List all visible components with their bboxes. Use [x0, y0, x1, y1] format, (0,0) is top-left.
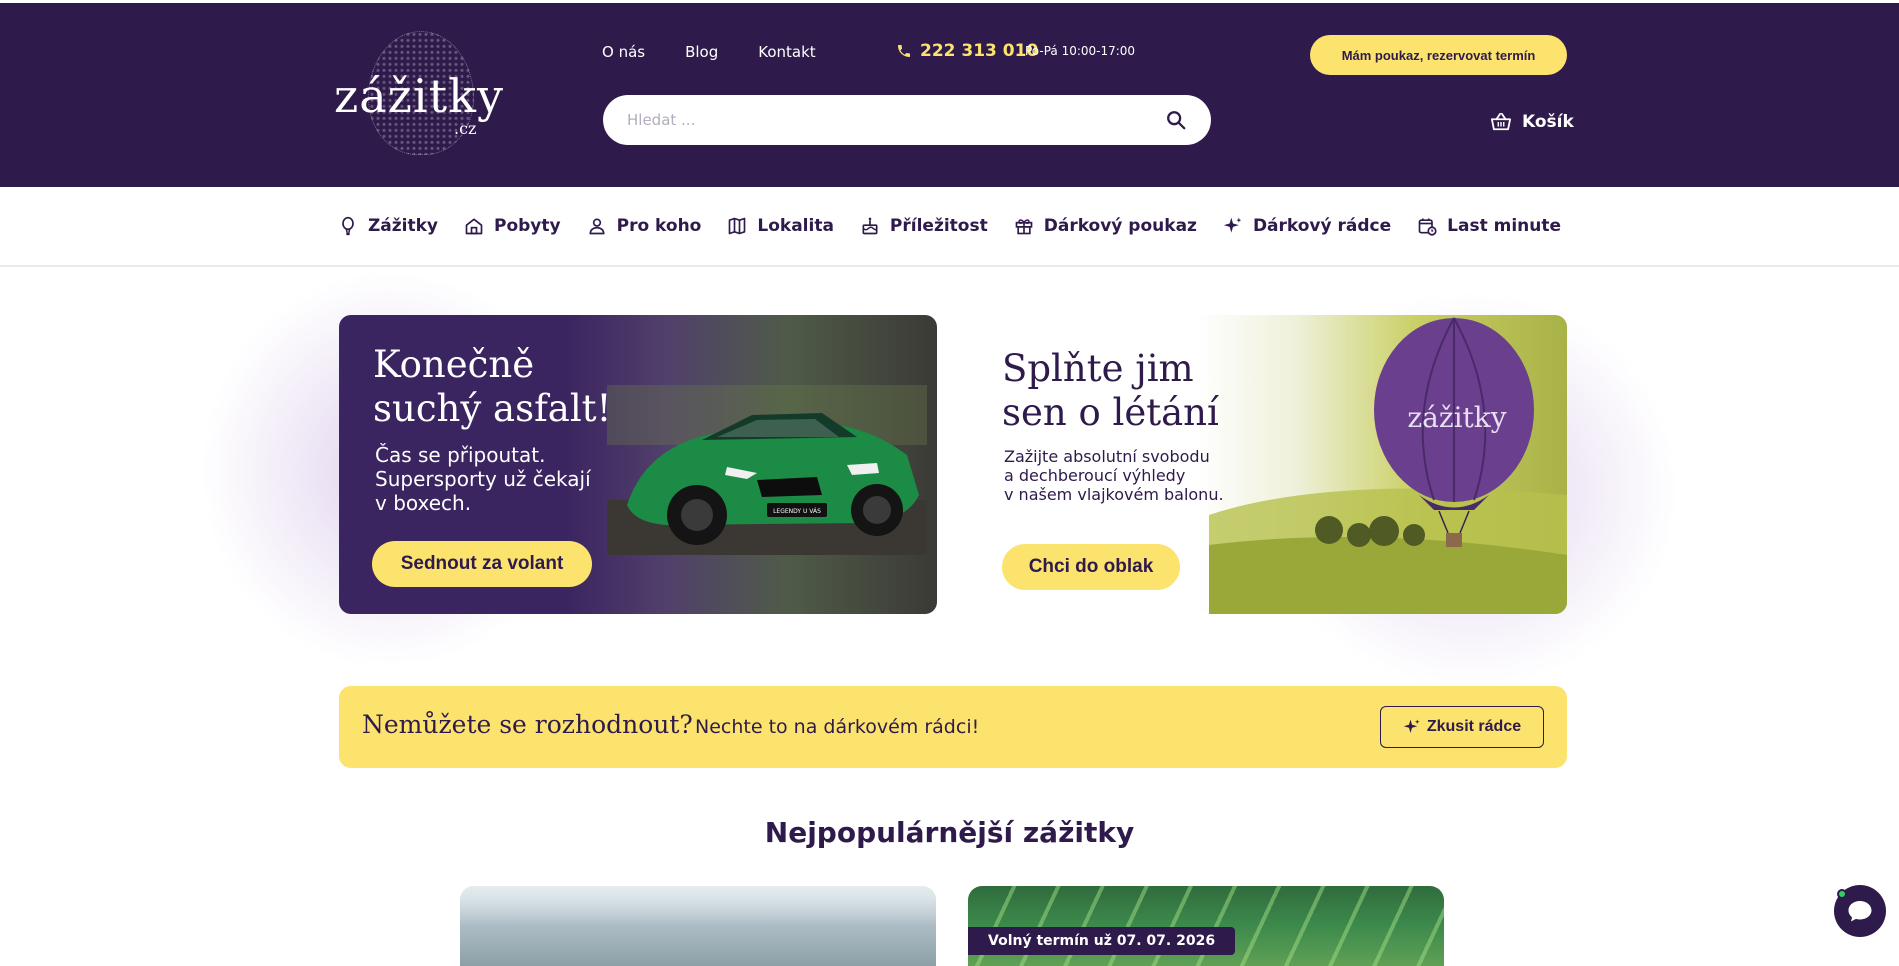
logo-wordmark: zážitky	[334, 69, 504, 123]
phone-number: 222 313 010	[920, 41, 1039, 61]
banner-text-line: Čas se připoutat.	[375, 443, 546, 467]
balloon-logo-text: zážitky	[1407, 401, 1506, 434]
category-last-minute[interactable]: Last minute	[1417, 216, 1561, 236]
try-advisor-button[interactable]: Zkusit rádce	[1380, 706, 1544, 748]
category-occasion[interactable]: Příležitost	[860, 216, 988, 236]
category-stays[interactable]: Pobyty	[464, 216, 561, 236]
banner-text: Zažijte absolutní svobodu a dechberoucí v…	[1004, 447, 1224, 504]
person-icon	[589, 218, 605, 235]
banner-title-line: Konečně	[373, 343, 535, 386]
sparkle-icon	[1403, 719, 1420, 733]
logo-suffix: .cz	[454, 119, 477, 138]
banner-text-line: v boxech.	[375, 491, 472, 515]
promo-banner-balloon[interactable]: zážitky Splňte jim sen o létání Zažijte a…	[969, 315, 1567, 614]
house-icon	[465, 218, 483, 235]
top-nav: O nás Blog Kontakt	[602, 43, 856, 61]
search-bar	[603, 95, 1211, 145]
search-input[interactable]	[627, 111, 1165, 129]
experience-card[interactable]	[460, 886, 936, 966]
license-plate-text: LEGENDY U VÁS	[773, 508, 821, 515]
banner-text-line: Supersporty už čekají	[375, 467, 591, 491]
hot-air-balloon-image: zážitky	[1374, 317, 1534, 547]
banner-title-line: sen o létání	[1002, 391, 1219, 434]
category-label: Last minute	[1447, 216, 1562, 236]
redeem-voucher-button[interactable]: Mám poukaz, rezervovat termín	[1310, 35, 1567, 75]
category-for-whom[interactable]: Pro koho	[587, 216, 702, 236]
category-label: Dárkový poukaz	[1043, 216, 1197, 236]
opening-hours: Po-Pá 10:00-17:00	[1025, 44, 1136, 58]
gift-advisor-strip: Nemůžete se rozhodnout? Nechte to na dár…	[339, 686, 1567, 768]
sparkle-icon	[1223, 217, 1242, 233]
category-gift-advisor[interactable]: Dárkový rádce	[1223, 216, 1391, 236]
banner-title-line: Splňte jim	[1002, 347, 1194, 390]
gift-icon	[1015, 219, 1033, 235]
supercar-image: LEGENDY U VÁS	[607, 385, 927, 555]
balloon-icon	[342, 216, 354, 236]
category-label: Dárkový rádce	[1252, 216, 1392, 236]
category-experiences[interactable]: Zážitky	[338, 216, 438, 236]
card-image-sky	[460, 886, 936, 926]
site-header: zážitky .cz O nás Blog Kontakt 222 313 0…	[0, 0, 1899, 187]
cart-link[interactable]: Košík	[1490, 112, 1574, 132]
advisor-title: Nemůžete se rozhodnout?	[362, 710, 693, 739]
site-logo[interactable]: zážitky .cz	[334, 29, 509, 163]
nav-link-about[interactable]: O nás	[602, 43, 645, 61]
category-nav: Zážitky Pobyty Pro koho Lokalita Příleži…	[0, 187, 1899, 267]
chat-bubble-icon	[1848, 901, 1872, 922]
nav-link-blog[interactable]: Blog	[685, 43, 718, 61]
category-gift-voucher[interactable]: Dárkový poukaz	[1014, 216, 1197, 236]
nav-link-contact[interactable]: Kontakt	[758, 43, 815, 61]
calendar-clock-icon	[1418, 218, 1437, 236]
banner-title-line: suchý asfalt!	[373, 387, 612, 430]
category-label: Zážitky	[367, 216, 438, 236]
availability-badge: Volný termín už 07. 07. 2026	[968, 927, 1236, 955]
banner-title: Konečně suchý asfalt!	[373, 343, 611, 431]
cart-label: Košík	[1522, 112, 1574, 132]
advisor-subtitle: Nechte to na dárkovém rádci!	[695, 716, 980, 738]
category-label: Příležitost	[889, 216, 988, 236]
basket-icon	[1490, 112, 1511, 131]
cake-icon	[862, 217, 878, 235]
search-icon[interactable]	[1165, 109, 1187, 131]
category-label: Lokalita	[757, 216, 834, 236]
go-to-clouds-button[interactable]: Chci do oblak	[1002, 544, 1180, 590]
category-label: Pobyty	[494, 216, 561, 236]
banner-text-line: Zažijte absolutní svobodu	[1004, 447, 1210, 466]
banner-text-line: a dechberoucí výhledy	[1004, 466, 1186, 485]
map-icon	[729, 217, 746, 235]
phone-contact[interactable]: 222 313 010	[896, 41, 1038, 61]
chat-widget-button[interactable]	[1834, 885, 1886, 937]
sit-behind-wheel-button[interactable]: Sednout za volant	[372, 541, 592, 587]
category-label: Pro koho	[616, 216, 702, 236]
banner-text-line: v našem vlajkovém balonu.	[1004, 485, 1224, 504]
phone-icon	[898, 45, 910, 57]
banner-title: Splňte jim sen o létání	[1002, 347, 1219, 435]
promo-banner-supercars[interactable]: LEGENDY U VÁS Konečně suchý asfalt! Čas s…	[339, 315, 937, 614]
experience-card[interactable]: Volný termín už 07. 07. 2026	[968, 886, 1444, 966]
category-location[interactable]: Lokalita	[727, 216, 834, 236]
banner-text: Čas se připoutat. Supersporty už čekají v …	[375, 443, 591, 515]
online-status-dot	[1837, 889, 1847, 899]
try-advisor-label: Zkusit rádce	[1426, 718, 1522, 735]
popular-section-title: Nejpopulárnější zážitky	[764, 816, 1135, 849]
